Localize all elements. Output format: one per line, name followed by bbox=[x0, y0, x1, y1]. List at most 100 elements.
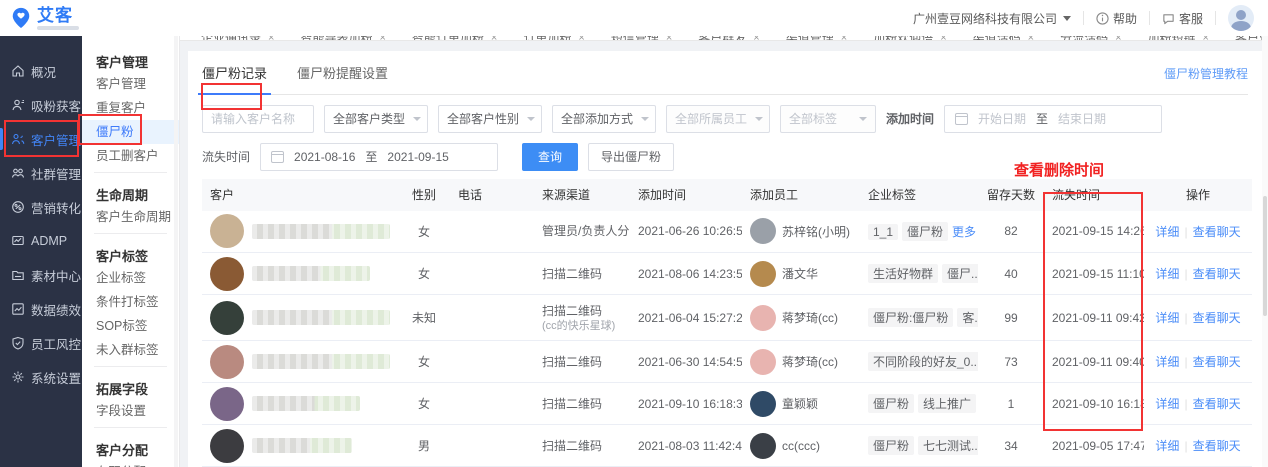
table-header-row: 客户 性别 电话 来源渠道 添加时间 添加员工 企业标签 留存天数 流失时间 操… bbox=[202, 179, 1252, 211]
tag-chip: 僵尸粉 bbox=[868, 436, 914, 455]
workspace-tab[interactable]: 订单加粉× bbox=[510, 36, 597, 40]
close-icon[interactable]: × bbox=[1028, 36, 1034, 41]
tab-zombie-records[interactable]: 僵尸粉记录 bbox=[202, 51, 267, 94]
subnav-item-condition-tags[interactable]: 条件打标签 bbox=[82, 290, 179, 314]
close-icon[interactable]: × bbox=[753, 36, 759, 41]
workspace-tab[interactable]: 渠道管理× bbox=[773, 36, 860, 40]
scrollbar-thumb[interactable] bbox=[1263, 196, 1267, 316]
detail-link[interactable]: 详细 bbox=[1155, 397, 1179, 411]
sidebar-item-label: ADMP bbox=[31, 234, 67, 248]
tab-zombie-alert-settings[interactable]: 僵尸粉提醒设置 bbox=[297, 51, 388, 94]
subnav-item-customer-management[interactable]: 客户管理 bbox=[82, 72, 179, 96]
close-icon[interactable]: × bbox=[841, 36, 847, 41]
subnav-item-not-in-group-tags[interactable]: 未入群标签 bbox=[82, 338, 179, 362]
add-time-range-picker[interactable]: 开始日期 至 结束日期 bbox=[944, 105, 1162, 133]
sidebar-item-customer-management[interactable]: 客户管理 bbox=[0, 122, 82, 156]
sidebar-item-acquisition[interactable]: 吸粉获客 bbox=[0, 88, 82, 122]
workspace-tab[interactable]: 智能订单加粉× bbox=[399, 36, 510, 40]
tutorial-link[interactable]: 僵尸粉管理教程 bbox=[1164, 65, 1248, 82]
user-avatar[interactable] bbox=[1228, 5, 1254, 31]
detail-link[interactable]: 详细 bbox=[1155, 311, 1179, 325]
calendar-icon bbox=[271, 151, 284, 163]
detail-link[interactable]: 详细 bbox=[1155, 225, 1179, 239]
workspace-tab[interactable]: 智能导表加粉× bbox=[287, 36, 398, 40]
view-chat-link[interactable]: 查看聊天 bbox=[1193, 225, 1241, 239]
workspace-tab[interactable]: 客户群发× bbox=[685, 36, 772, 40]
workspace-tab[interactable]: 企业通讯录× bbox=[188, 36, 287, 40]
subnav-item-lifecycle[interactable]: 客户生命周期 bbox=[82, 205, 179, 229]
workspace-tab[interactable]: 分流活码× bbox=[1047, 36, 1134, 40]
add-time-cell: 2021-06-30 14:54:50 bbox=[630, 341, 742, 383]
sidebar-item-admp[interactable]: ADMP bbox=[0, 224, 82, 258]
search-button[interactable]: 查询 bbox=[522, 143, 578, 171]
customer-avatar bbox=[210, 429, 244, 463]
view-chat-link[interactable]: 查看聊天 bbox=[1193, 267, 1241, 281]
col-corp-tags: 企业标签 bbox=[860, 179, 978, 211]
close-icon[interactable]: × bbox=[379, 36, 385, 41]
sidebar-item-label: 社群管理 bbox=[31, 164, 81, 183]
col-add-time: 添加时间 bbox=[630, 179, 742, 211]
sidebar-item-overview[interactable]: 概况 bbox=[0, 54, 82, 88]
close-icon[interactable]: × bbox=[940, 36, 946, 41]
subnav-item-corp-tags[interactable]: 企业标签 bbox=[82, 266, 179, 290]
customer-type-select[interactable]: 全部客户类型 bbox=[324, 105, 428, 133]
gender-cell: 女 bbox=[398, 383, 450, 425]
subnav-item-zombie-fans[interactable]: 僵尸粉 bbox=[82, 120, 179, 144]
export-button[interactable]: 导出僵尸粉 bbox=[588, 143, 674, 171]
customer-service-button[interactable]: 客服 bbox=[1162, 10, 1203, 27]
close-icon[interactable]: × bbox=[666, 36, 672, 41]
subnav-item-sop-tags[interactable]: SOP标签 bbox=[82, 314, 179, 338]
company-switcher[interactable]: 广州壹豆网络科技有限公司 bbox=[913, 10, 1071, 27]
workspace-tab[interactable]: 加粉短链× bbox=[1135, 36, 1222, 40]
customer-name-input[interactable] bbox=[202, 105, 314, 133]
view-chat-link[interactable]: 查看聊天 bbox=[1193, 311, 1241, 325]
select-value: 全部客户性别 bbox=[447, 110, 519, 127]
close-icon[interactable]: × bbox=[491, 36, 497, 41]
tag-select[interactable]: 全部标签 bbox=[780, 105, 876, 133]
add-time-cell: 2021-06-04 15:27:22 bbox=[630, 295, 742, 341]
divider bbox=[94, 427, 167, 428]
staff-avatar bbox=[750, 218, 776, 244]
subnav-item-active-allocation[interactable]: 在职分配 bbox=[82, 460, 179, 467]
detail-link[interactable]: 详细 bbox=[1155, 439, 1179, 453]
workspace-tab[interactable]: 短信管理 × bbox=[598, 36, 685, 40]
lost-time-range-picker[interactable]: 2021-08-16 至 2021-09-15 bbox=[260, 143, 498, 171]
workspace-tab[interactable]: 渠道活码× bbox=[960, 36, 1047, 40]
subnav-item-staff-deleted[interactable]: 员工删客户 bbox=[82, 144, 179, 168]
sidebar-item-materials[interactable]: 素材中心 bbox=[0, 258, 82, 292]
lost-time-cell: 2021-09-15 11:10:24 bbox=[1044, 253, 1144, 295]
view-chat-link[interactable]: 查看聊天 bbox=[1193, 397, 1241, 411]
sidebar-item-label: 吸粉获客 bbox=[31, 96, 81, 115]
sidebar-item-risk-control[interactable]: 员工风控 bbox=[0, 326, 82, 360]
add-method-select[interactable]: 全部添加方式 bbox=[552, 105, 656, 133]
detail-link[interactable]: 详细 bbox=[1155, 355, 1179, 369]
sidebar-item-settings[interactable]: 系统设置 bbox=[0, 360, 82, 394]
caret-down-icon bbox=[1063, 16, 1071, 21]
sidebar-item-label: 系统设置 bbox=[31, 368, 81, 387]
subnav-item-field-settings[interactable]: 字段设置 bbox=[82, 399, 179, 423]
tab-label: 短信管理 bbox=[611, 36, 659, 41]
app-logo: 艾客 bbox=[10, 7, 79, 30]
staff-avatar bbox=[750, 349, 776, 375]
workspace-tab[interactable]: 加粉欢迎语× bbox=[860, 36, 959, 40]
close-icon[interactable]: × bbox=[1203, 36, 1209, 41]
sidebar-item-conversion[interactable]: 营销转化 bbox=[0, 190, 82, 224]
customer-gender-select[interactable]: 全部客户性别 bbox=[438, 105, 542, 133]
staff-select[interactable]: 全部所属员工 bbox=[666, 105, 770, 133]
more-tags-link[interactable]: 更多 bbox=[952, 225, 976, 239]
close-icon[interactable]: × bbox=[1115, 36, 1121, 41]
subnav-item-duplicate-customers[interactable]: 重复客户 bbox=[82, 96, 179, 120]
help-button[interactable]: 帮助 bbox=[1096, 10, 1137, 27]
close-icon[interactable]: × bbox=[268, 36, 274, 41]
vertical-scrollbar[interactable] bbox=[1262, 36, 1268, 467]
sidebar-item-community[interactable]: 社群管理 bbox=[0, 156, 82, 190]
view-chat-link[interactable]: 查看聊天 bbox=[1193, 439, 1241, 453]
col-gender: 性别 bbox=[398, 179, 450, 211]
view-chat-link[interactable]: 查看聊天 bbox=[1193, 355, 1241, 369]
divider: | bbox=[1184, 225, 1187, 239]
detail-link[interactable]: 详细 bbox=[1155, 267, 1179, 281]
select-value: 全部标签 bbox=[789, 110, 837, 127]
sidebar-item-performance[interactable]: 数据绩效 bbox=[0, 292, 82, 326]
close-icon[interactable]: × bbox=[578, 36, 584, 41]
table-row: 女 扫描二维码 2021-09-10 16:18:36 童颖颖 僵尸粉线上推广更… bbox=[202, 383, 1252, 425]
